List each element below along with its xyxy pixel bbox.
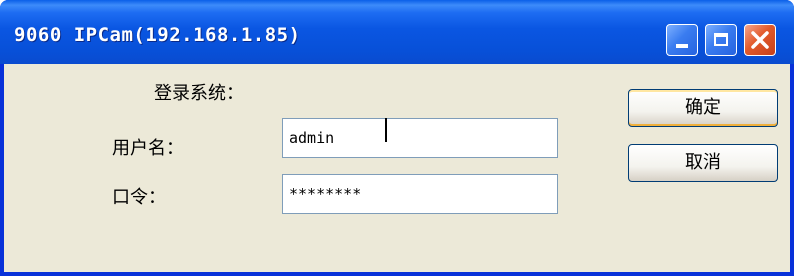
cancel-button[interactable]: 取消 xyxy=(628,144,778,182)
username-label: 用户名： xyxy=(112,138,184,159)
maximize-icon xyxy=(714,33,728,46)
close-button[interactable] xyxy=(744,24,776,56)
close-icon xyxy=(751,31,769,49)
minimize-button[interactable] xyxy=(666,24,698,56)
minimize-icon xyxy=(676,44,688,48)
login-heading: 登录系统： xyxy=(154,83,244,104)
password-input[interactable] xyxy=(282,174,558,214)
window-title: 9060 IPCam(192.168.1.85) xyxy=(14,24,301,46)
login-dialog-window: 9060 IPCam(192.168.1.85) 登录系统： 用户名： 口令： … xyxy=(0,0,794,276)
text-caret xyxy=(385,118,387,142)
maximize-button[interactable] xyxy=(705,24,737,56)
password-label: 口令： xyxy=(112,187,166,208)
dialog-body: 登录系统： 用户名： 口令： 确定 取消 xyxy=(4,64,790,272)
title-bar[interactable]: 9060 IPCam(192.168.1.85) xyxy=(0,0,794,64)
username-input[interactable] xyxy=(282,118,558,158)
ok-button[interactable]: 确定 xyxy=(628,89,778,127)
